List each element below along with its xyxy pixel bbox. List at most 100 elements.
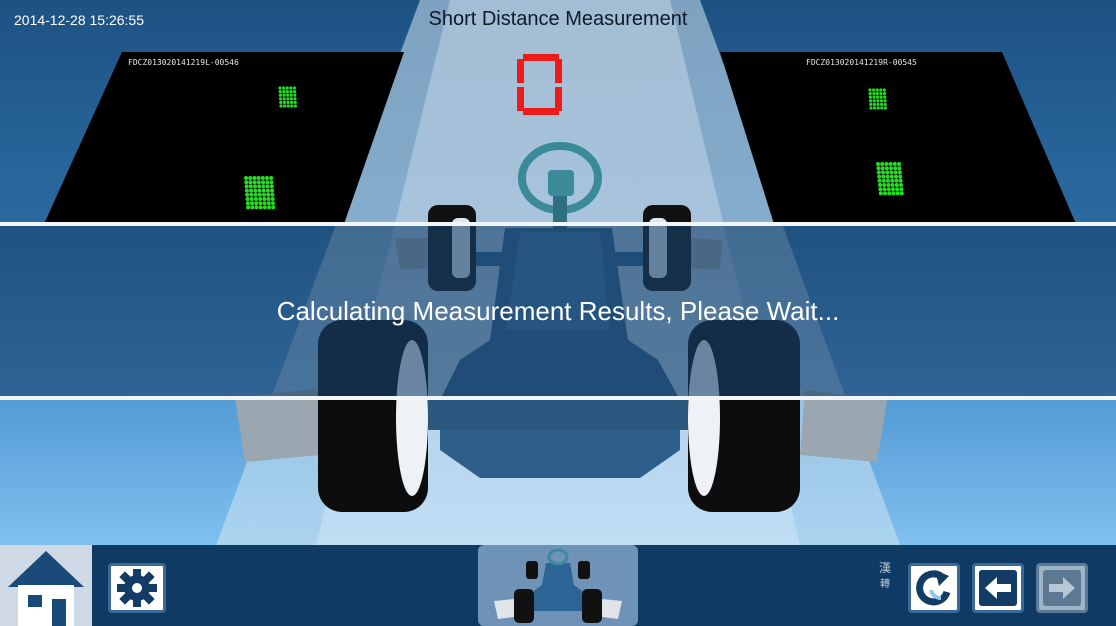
target-dot [278,90,282,94]
target-dot [270,197,275,201]
target-dot [899,183,903,187]
target-dot [897,162,901,166]
target-dot [885,170,890,175]
target-dot [884,166,889,171]
target-dot [283,104,287,108]
target-dot [293,100,297,104]
target-dot [286,97,290,101]
target-dot [876,95,880,99]
target-dot [244,176,248,180]
target-dot [269,176,274,180]
target-dot [290,100,294,104]
target-dot [260,176,265,180]
target-dot [252,176,257,180]
status-message: Calculating Measurement Results, Please … [276,296,840,326]
target-dot [265,188,270,193]
target-dot [293,104,297,108]
home-button[interactable] [0,545,92,626]
language-char-1: 漢 [878,561,891,575]
target-dot [878,191,883,196]
settings-button[interactable] [108,563,166,613]
target-dot [881,170,885,175]
target-dot [279,100,283,104]
target-dot [883,92,887,96]
target-dot [876,99,880,103]
digit-segment-a [523,54,559,61]
target-dot [873,106,877,110]
target-dot [876,102,880,106]
target-dot [882,187,887,192]
target-dot [895,191,900,196]
target-dot [249,188,254,193]
target-dot [253,197,258,201]
vehicle-view-button[interactable] [478,545,638,626]
target-dot [894,174,898,179]
target-dot [262,192,266,197]
target-dot [889,170,894,175]
vehicle-thumbnail-icon [494,548,622,623]
target-dot [880,162,885,166]
target-dot [880,102,884,106]
target-dot [289,86,293,90]
right-camera-view: FDCZ013020141219R-00545 [720,52,1076,224]
target-dot [875,92,879,96]
target-dot [890,178,895,183]
target-dot [292,86,296,90]
target-dot [249,192,254,197]
target-dot [889,166,893,171]
target-dot [266,197,271,201]
target-dot [289,93,293,97]
target-dot [876,162,880,166]
target-dot [258,205,263,210]
gear-icon [117,569,157,607]
target-dot [872,99,876,103]
target-dot [246,205,251,210]
next-button[interactable] [1036,563,1088,613]
target-dot [879,99,883,103]
arrow-left-icon [979,570,1017,606]
target-dot [244,180,249,185]
target-dot [285,90,289,94]
language-toggle[interactable]: 漢 轉 [874,561,896,597]
target-dot [883,106,887,110]
left-camera-serial: FDCZ013020141219L-00546 [128,58,239,67]
target-dot [248,176,253,180]
target-dot [293,97,297,101]
target-dot [885,174,890,179]
target-dot [890,183,895,187]
target-dot [876,166,881,171]
target-dot [267,205,272,210]
target-dot [869,102,873,106]
back-button[interactable] [972,563,1024,613]
target-dot [872,88,876,92]
target-dot [881,178,886,183]
target-dot [286,93,290,97]
target-dot [897,166,902,171]
target-dot [897,170,902,175]
target-dot [282,100,286,104]
target-dot [891,187,895,192]
target-dot [888,162,893,166]
target-dot [279,97,283,101]
target-dot [256,180,261,185]
digit-segment-g [523,81,559,88]
target-dot [279,104,283,108]
target-dot [257,184,262,189]
digit-segment-d [523,108,559,115]
target-dot [882,183,887,187]
target-dot [293,93,297,97]
left-camera-view: FDCZ013020141219L-00546 [44,52,404,224]
refresh-button[interactable] [908,563,960,613]
target-dot [271,205,276,210]
target-dot [285,86,289,90]
target-dot [253,188,258,193]
target-dot [879,92,883,96]
target-dot [892,162,897,166]
target-dot [887,191,892,196]
target-dot [872,92,876,96]
target-dot [883,191,887,196]
target-dot [266,192,271,197]
target-dot [278,86,282,90]
target-dot [265,176,269,180]
target-dot [898,174,903,179]
